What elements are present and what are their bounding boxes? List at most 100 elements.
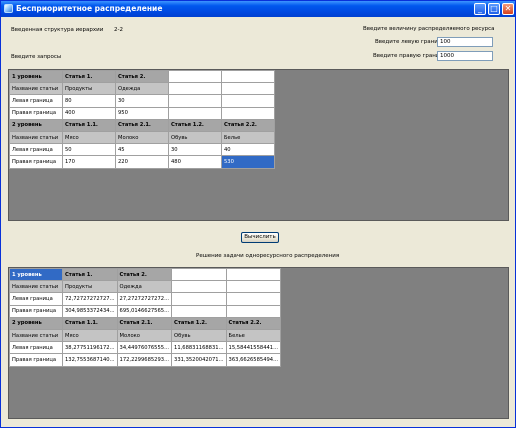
grid-cell[interactable]	[168, 82, 222, 96]
table-row[interactable]: Правая граница 170 220 480 530	[9, 155, 275, 169]
grid-cell[interactable]: 38,27751196172...	[62, 341, 118, 355]
grid-cell[interactable]: Правая граница	[9, 353, 63, 367]
grid-cell[interactable]: Статья 1.2.	[168, 118, 222, 132]
table-row[interactable]: 1 уровень Статья 1. Статья 2.	[9, 70, 275, 84]
table-row[interactable]: Левая граница 50 45 30 40	[9, 143, 275, 157]
compute-button[interactable]: Вычислить	[241, 232, 279, 243]
grid-cell[interactable]: Статья 2.	[115, 70, 169, 84]
table-row[interactable]: Название статьи Продукты Одежда	[9, 280, 282, 294]
grid-cell[interactable]: 34,44976076555...	[116, 341, 173, 355]
grid-cell[interactable]	[171, 304, 227, 318]
grid-cell[interactable]: 11,68831168831...	[171, 341, 227, 355]
minimize-button[interactable]: _	[474, 3, 486, 15]
grid-cell[interactable]: Обувь	[171, 328, 227, 343]
grid-cell[interactable]: 30	[168, 143, 222, 157]
grid-cell[interactable]: 172,2299685293...	[116, 353, 173, 367]
grid-cell[interactable]: 2 уровень	[9, 316, 63, 330]
grid-cell[interactable]: 27,27272727272...	[116, 292, 173, 306]
grid-cell[interactable]: Правая граница	[9, 106, 63, 120]
grid-cell[interactable]: Статья 2.1.	[115, 118, 169, 132]
grid-cell[interactable]	[221, 106, 275, 120]
table-row[interactable]: Правая граница 400 950	[9, 106, 275, 120]
grid-cell[interactable]	[171, 280, 227, 294]
right-bound-input[interactable]: 1000	[437, 51, 493, 61]
grid-cell[interactable]: Одежда	[116, 280, 173, 294]
table-row[interactable]: 2 уровень Статья 1.1. Статья 2.1. Статья 1.…	[9, 316, 282, 330]
grid-cell[interactable]: 304,9853372434...	[62, 304, 118, 318]
grid-cell[interactable]: 30	[115, 94, 169, 108]
output-grid[interactable]: 1 уровень Статья 1. Статья 2. Название стат…	[8, 267, 509, 419]
table-row[interactable]: Правая граница 304,9853372434... 695,01466…	[9, 304, 282, 318]
grid-cell[interactable]: Название статьи	[9, 82, 63, 96]
grid-cell[interactable]: 2 уровень	[9, 118, 63, 132]
table-row[interactable]: 1 уровень Статья 1. Статья 2.	[9, 268, 282, 282]
table-row[interactable]: Название статьи Мясо Молоко Обувь Белье	[9, 328, 282, 343]
grid-cell[interactable]	[225, 280, 282, 294]
grid-cell[interactable]: Белье	[221, 130, 275, 145]
grid-cell[interactable]: Статья 2.2.	[221, 118, 275, 132]
grid-cell[interactable]	[171, 292, 227, 306]
grid-cell[interactable]: Статья 1.	[62, 70, 116, 84]
grid-cell[interactable]	[168, 70, 222, 84]
grid-cell[interactable]	[171, 268, 227, 282]
grid-cell[interactable]	[225, 292, 282, 306]
grid-cell[interactable]: 170	[62, 155, 116, 169]
grid-cell[interactable]: Продукты	[62, 82, 116, 96]
table-row[interactable]: 2 уровень Статья 1.1. Статья 2.1. Статья 1.…	[9, 118, 275, 132]
grid-cell[interactable]: Левая граница	[9, 94, 63, 108]
grid-cell[interactable]: 40	[221, 143, 275, 157]
grid-cell[interactable]	[168, 106, 222, 120]
grid-cell[interactable]: Статья 1.1.	[62, 118, 116, 132]
grid-cell[interactable]	[221, 82, 275, 96]
grid-cell[interactable]: 15,58441558441...	[225, 341, 282, 355]
grid-cell[interactable]: 72,72727272727...	[62, 292, 118, 306]
grid-cell[interactable]: Название статьи	[9, 130, 63, 145]
table-row[interactable]: Левая граница 80 30	[9, 94, 275, 108]
table-row[interactable]: Название статьи Продукты Одежда	[9, 82, 275, 96]
grid-cell[interactable]: Молоко	[115, 130, 169, 145]
grid-cell[interactable]: Левая граница	[9, 143, 63, 157]
table-row[interactable]: Правая граница 132,7553687140... 172,22996…	[9, 353, 282, 367]
grid-cell[interactable]: Правая граница	[9, 155, 63, 169]
grid-cell[interactable]: Статья 1.2.	[171, 316, 227, 330]
title-bar[interactable]: Бесприоритетное распределение _ □ ✕	[1, 1, 515, 17]
table-row[interactable]: Название статьи Мясо Молоко Обувь Белье	[9, 130, 275, 145]
grid-cell[interactable]: 400	[62, 106, 116, 120]
grid-cell[interactable]: 331,3520042071...	[171, 353, 227, 367]
maximize-button[interactable]: □	[488, 3, 500, 15]
grid-cell[interactable]: 480	[168, 155, 222, 169]
table-row[interactable]: Левая граница 38,27751196172... 34,4497607…	[9, 341, 282, 355]
close-button[interactable]: ✕	[502, 3, 514, 15]
grid-cell[interactable]: Левая граница	[9, 341, 63, 355]
grid-cell[interactable]	[225, 268, 282, 282]
grid-cell[interactable]: Молоко	[116, 328, 173, 343]
grid-cell[interactable]: 363,6626585494...	[225, 353, 282, 367]
grid-cell[interactable]: Статья 2.1.	[116, 316, 173, 330]
grid-cell[interactable]: 132,7553687140...	[62, 353, 118, 367]
grid-cell[interactable]	[221, 70, 275, 84]
grid-cell[interactable]: Белье	[225, 328, 282, 343]
table-row[interactable]: Левая граница 72,72727272727... 27,2727272…	[9, 292, 282, 306]
grid-cell[interactable]: 1 уровень	[9, 268, 63, 282]
grid-cell[interactable]: Правая граница	[9, 304, 63, 318]
grid-cell[interactable]: Статья 2.2.	[225, 316, 282, 330]
left-bound-input[interactable]: 100	[437, 37, 493, 47]
grid-cell[interactable]: Продукты	[62, 280, 118, 294]
grid-cell[interactable]: 530	[221, 155, 275, 169]
grid-cell[interactable]: Мясо	[62, 328, 118, 343]
grid-cell[interactable]: Статья 1.	[62, 268, 118, 282]
grid-cell[interactable]: 45	[115, 143, 169, 157]
grid-cell[interactable]: Название статьи	[9, 328, 63, 343]
grid-cell[interactable]: 695,0146627565...	[116, 304, 173, 318]
grid-cell[interactable]	[225, 304, 282, 318]
input-grid[interactable]: 1 уровень Статья 1. Статья 2. Название стат…	[8, 69, 509, 221]
grid-cell[interactable]: Одежда	[115, 82, 169, 96]
grid-cell[interactable]: 220	[115, 155, 169, 169]
grid-cell[interactable]	[168, 94, 222, 108]
grid-cell[interactable]: Обувь	[168, 130, 222, 145]
grid-cell[interactable]: 1 уровень	[9, 70, 63, 84]
grid-cell[interactable]: 50	[62, 143, 116, 157]
grid-cell[interactable]: 950	[115, 106, 169, 120]
grid-cell[interactable]: Левая граница	[9, 292, 63, 306]
grid-cell[interactable]: 80	[62, 94, 116, 108]
